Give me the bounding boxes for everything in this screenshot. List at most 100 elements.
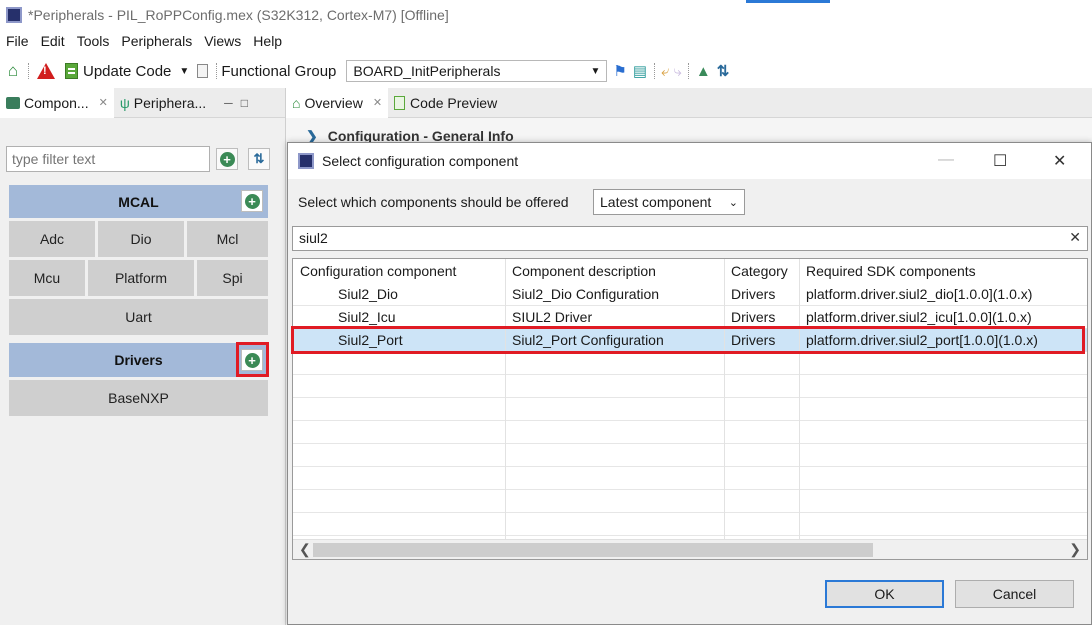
component-mcu[interactable]: Mcu [9, 260, 85, 296]
column-header[interactable]: Category [731, 263, 788, 279]
menu-tools[interactable]: Tools [71, 33, 116, 49]
row-sdk: platform.driver.siul2_dio[1.0.0](1.0.x) [806, 286, 1033, 302]
chip-icon [298, 153, 314, 169]
component-search-input[interactable]: siul2 ✕ [292, 226, 1088, 251]
functional-group-value: BOARD_InitPeripherals [353, 63, 501, 79]
add-component-button[interactable]: + [216, 148, 238, 170]
menu-file[interactable]: File [0, 33, 35, 49]
table-row[interactable]: Siul2_Icu SIUL2 Driver Drivers platform.… [293, 306, 1087, 329]
column-divider [799, 259, 800, 539]
menu-edit[interactable]: Edit [35, 33, 71, 49]
home-icon[interactable]: ⌂ [4, 61, 22, 80]
menu-peripherals[interactable]: Peripherals [115, 33, 198, 49]
row-description: Siul2_Dio Configuration [512, 286, 660, 302]
component-dio[interactable]: Dio [98, 221, 184, 257]
menu-views[interactable]: Views [198, 33, 247, 49]
maximize-icon[interactable]: □ [241, 96, 248, 110]
tab-peripherals-label: Periphera... [133, 94, 207, 111]
sort-icon: ⇅ [253, 151, 265, 166]
scroll-right-icon[interactable]: ❯ [1069, 541, 1081, 558]
chevron-down-icon[interactable]: ▼ [179, 66, 189, 77]
title-accent-bar [746, 0, 830, 3]
table-row-selected[interactable]: Siul2_Port Siul2_Port Configuration Driv… [293, 329, 1087, 352]
ok-button[interactable]: OK [825, 580, 944, 608]
component-spi[interactable]: Spi [197, 260, 268, 296]
dialog-title-bar: Select configuration component — ☐ ✕ [288, 143, 1091, 179]
toolbar-separator [654, 63, 656, 79]
editor-tab-row: ⌂ Overview ✕ Code Preview [286, 87, 1092, 118]
components-icon [6, 96, 20, 109]
table-row[interactable]: Siul2_Dio Siul2_Dio Configuration Driver… [293, 283, 1087, 306]
table-header: Configuration component Component descri… [293, 259, 1087, 283]
tab-code-preview[interactable]: Code Preview [388, 88, 503, 118]
menu-help[interactable]: Help [247, 33, 288, 49]
component-basenxp[interactable]: BaseNXP [9, 380, 268, 416]
tab-overview[interactable]: ⌂ Overview ✕ [286, 87, 389, 118]
toolbar-separator [687, 63, 689, 79]
clear-icon[interactable]: ✕ [1069, 229, 1081, 246]
package-icon[interactable]: ▲ [696, 63, 711, 80]
add-drivers-button[interactable]: + [241, 349, 263, 371]
empty-row [293, 513, 1087, 536]
add-mcal-button[interactable]: + [241, 190, 263, 212]
close-icon[interactable]: ✕ [373, 96, 382, 109]
tab-components[interactable]: Compon... ✕ [0, 87, 114, 118]
row-component: Siul2_Dio [338, 286, 398, 302]
functional-group-label: Functional Group [221, 62, 337, 80]
scrollbar-thumb[interactable] [313, 543, 873, 557]
dialog-title: Select configuration component [322, 153, 519, 169]
tab-components-label: Compon... [24, 94, 89, 111]
empty-row [293, 467, 1087, 490]
components-tab-row: Compon... ✕ ψ Periphera... ─ □ [0, 87, 285, 118]
close-icon[interactable]: ✕ [99, 96, 108, 109]
component-platform[interactable]: Platform [88, 260, 194, 296]
offered-select[interactable]: Latest component ⌄ [593, 189, 745, 215]
sort-button[interactable]: ⇅ [248, 148, 270, 170]
message-icon[interactable]: ▤ [633, 62, 647, 80]
warning-icon[interactable] [37, 63, 55, 79]
chevron-down-icon: ▼ [590, 65, 601, 77]
forward-arrow-icon[interactable]: ⤷ [673, 63, 681, 80]
empty-row [293, 375, 1087, 398]
home-icon: ⌂ [292, 94, 301, 111]
component-mcl[interactable]: Mcl [187, 221, 268, 257]
tab-overview-label: Overview [304, 94, 363, 111]
chevron-down-icon: ⌄ [728, 196, 738, 209]
cancel-button[interactable]: Cancel [955, 580, 1074, 608]
row-category: Drivers [731, 332, 776, 348]
column-divider [724, 259, 725, 539]
close-icon[interactable]: ✕ [1053, 151, 1066, 171]
horizontal-scrollbar[interactable]: ❮ ❯ [293, 539, 1087, 559]
chip-icon [6, 7, 22, 23]
tab-peripherals[interactable]: ψ Periphera... [114, 88, 212, 118]
group-title: MCAL [118, 193, 159, 210]
row-sdk: platform.driver.siul2_port[1.0.0](1.0.x) [806, 332, 1038, 348]
update-code-button[interactable]: Update Code [83, 63, 171, 80]
components-table: Configuration component Component descri… [292, 258, 1088, 560]
back-arrow-icon[interactable]: ⤶ [661, 63, 669, 80]
empty-row [293, 398, 1087, 421]
row-sdk: platform.driver.siul2_icu[1.0.0](1.0.x) [806, 309, 1032, 325]
scroll-left-icon[interactable]: ❮ [299, 541, 311, 558]
sort-icon[interactable]: ⇅ [717, 62, 730, 80]
search-value: siul2 [299, 230, 328, 246]
row-description: Siul2_Port Configuration [512, 332, 664, 348]
component-uart[interactable]: Uart [9, 299, 268, 335]
minimize-icon[interactable]: — [938, 151, 954, 169]
filter-input[interactable] [6, 146, 210, 172]
column-header[interactable]: Component description [512, 263, 656, 279]
toolbar-separator [216, 63, 218, 79]
column-header[interactable]: Configuration component [300, 263, 456, 279]
column-header[interactable]: Required SDK components [806, 263, 976, 279]
functional-group-select[interactable]: BOARD_InitPeripherals ▼ [346, 60, 608, 82]
document-icon[interactable] [197, 64, 209, 78]
peripherals-icon: ψ [119, 94, 130, 111]
row-description: SIUL2 Driver [512, 309, 593, 325]
update-code-icon[interactable] [65, 63, 78, 79]
row-category: Drivers [731, 309, 776, 325]
toolbar-separator [28, 63, 29, 79]
component-adc[interactable]: Adc [9, 221, 95, 257]
minimize-icon[interactable]: ─ [224, 96, 233, 110]
maximize-icon[interactable]: ☐ [993, 151, 1007, 171]
flag-icon[interactable]: ⚑ [613, 62, 626, 80]
